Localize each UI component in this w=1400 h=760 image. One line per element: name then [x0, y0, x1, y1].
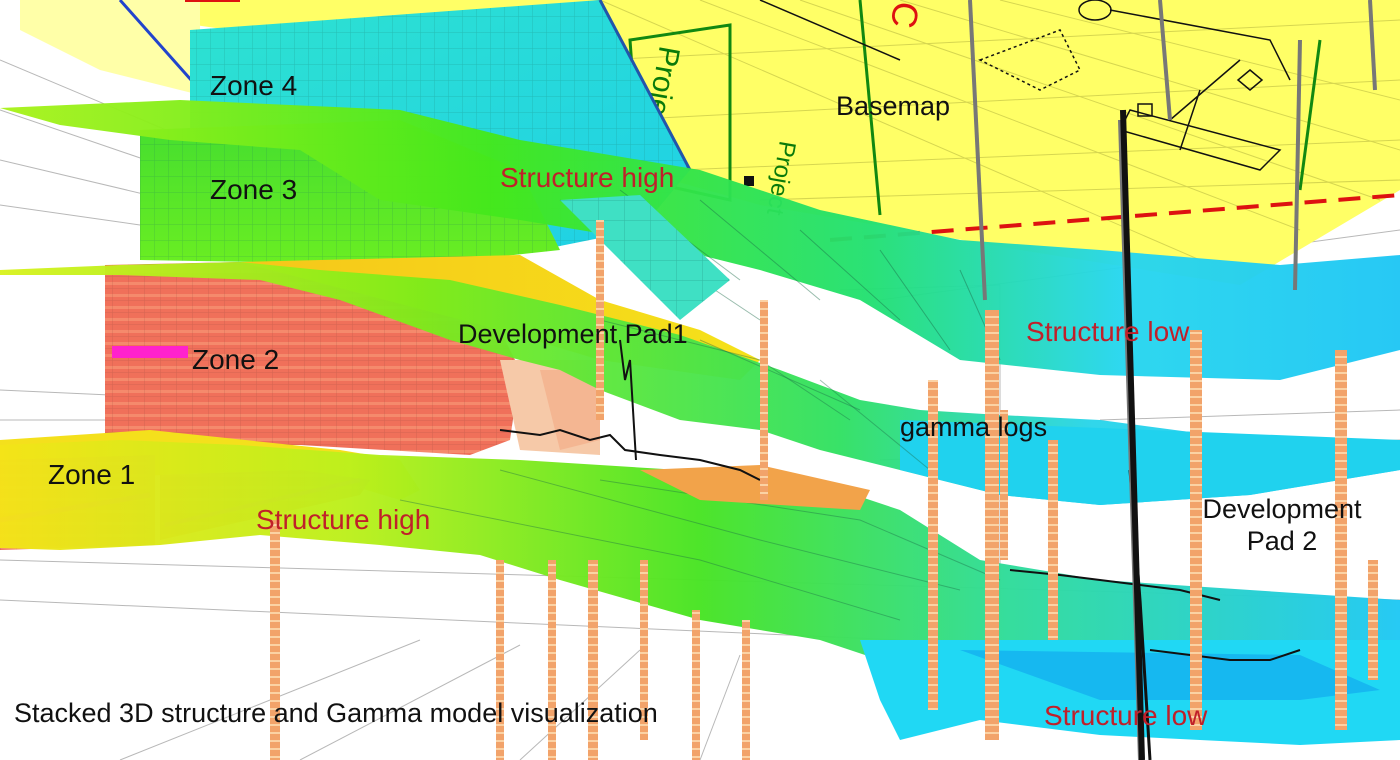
structure-low-label-top: Structure low: [1026, 316, 1190, 347]
zone-2-label: Zone 2: [192, 344, 280, 375]
gamma-logs-label: gamma logs: [900, 412, 1048, 442]
basemap-label: Basemap: [836, 91, 951, 121]
structure-high-label-bottom: Structure high: [256, 504, 431, 535]
development-pad2-label: Development Pad 2: [1184, 494, 1380, 558]
structure-low-label-bottom: Structure low: [1044, 700, 1208, 731]
development-pad1-label: Development Pad1: [458, 319, 688, 349]
zone-2-magenta-marker: [112, 346, 188, 358]
development-pad2-line1: Development: [1202, 494, 1362, 524]
zone-1-label: Zone 1: [48, 459, 136, 490]
3d-model-scene: Project Project C: [0, 0, 1400, 760]
zone-4-label: Zone 4: [210, 70, 298, 101]
zone-3-label: Zone 3: [210, 174, 298, 205]
figure-caption: Stacked 3D structure and Gamma model vis…: [14, 698, 658, 728]
structure-high-label-top: Structure high: [500, 162, 675, 193]
development-pad2-line2: Pad 2: [1246, 525, 1318, 556]
